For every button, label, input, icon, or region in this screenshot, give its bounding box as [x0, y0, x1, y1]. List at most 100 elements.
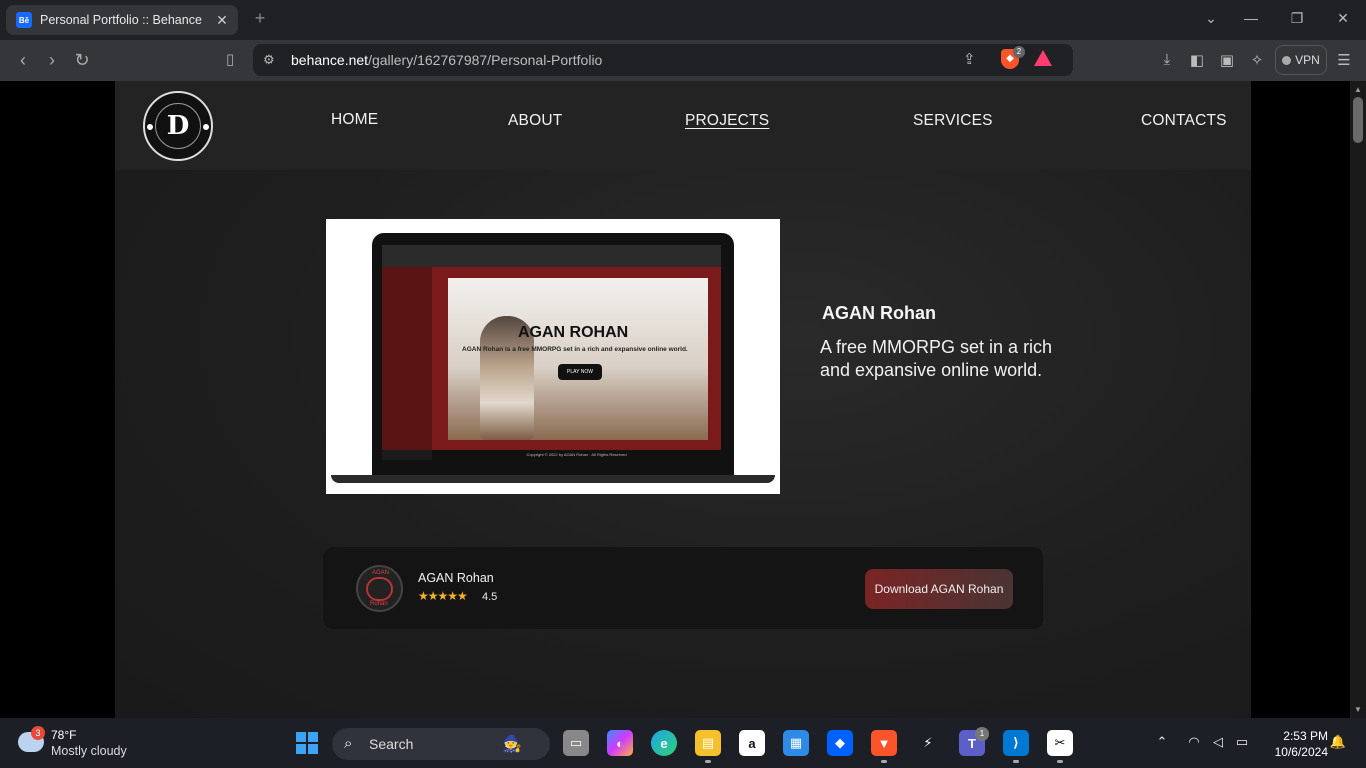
- amazon-icon[interactable]: a: [739, 730, 765, 756]
- weather-temperature[interactable]: 78°F: [51, 728, 76, 742]
- wifi-icon[interactable]: ◠: [1184, 734, 1204, 750]
- vpn-status-icon: [1282, 55, 1292, 65]
- taskbar: 3 78°F Mostly cloudy ⌕ Search 🧙 ▭ ◐ e ▤ …: [0, 718, 1366, 768]
- browser-tabbar: Bē Personal Portfolio :: Behance ✕ + ⌄ —…: [0, 0, 1366, 40]
- search-label: Search: [369, 736, 414, 752]
- tab-search-chevron-icon[interactable]: ⌄: [1201, 10, 1221, 27]
- weather-badge: 3: [31, 726, 45, 740]
- wallet-icon[interactable]: ▣: [1217, 51, 1237, 69]
- project-description: A free MMORPG set in a rich and expansiv…: [820, 337, 1053, 380]
- nav-home[interactable]: HOME: [331, 111, 378, 129]
- nav-projects[interactable]: PROJECTS: [685, 112, 769, 130]
- browser-toolbar: ‹ › ↻ ▯ ⚙ behance.net/gallery/162767987/…: [0, 40, 1366, 81]
- download-card: AGAN Rohan AGAN Rohan ★★★★★ 4.5 Download…: [323, 547, 1043, 629]
- restore-icon[interactable]: ❐: [1287, 10, 1307, 27]
- share-icon[interactable]: ⇪: [963, 50, 976, 68]
- mockup-content: AGAN ROHAN AGAN Rohan is a free MMORPG s…: [432, 267, 721, 450]
- capcut-icon[interactable]: ✂: [1047, 730, 1073, 756]
- windows-start-icon[interactable]: [296, 732, 318, 754]
- logo-dot: [203, 124, 209, 130]
- tab-title: Personal Portfolio :: Behance: [40, 13, 202, 27]
- leo-ai-icon[interactable]: ✧: [1247, 51, 1267, 69]
- mockup-sidebar: [382, 267, 432, 450]
- notifications-bell-icon[interactable]: 🔔: [1328, 734, 1348, 750]
- nav-contacts[interactable]: CONTACTS: [1141, 112, 1227, 130]
- page-scrollbar[interactable]: ▲ ▼: [1350, 81, 1366, 718]
- nav-services[interactable]: SERVICES: [913, 112, 993, 130]
- search-icon: ⌕: [344, 735, 353, 752]
- behance-favicon-icon: Bē: [16, 12, 32, 28]
- nav-about[interactable]: ABOUT: [508, 112, 562, 130]
- site-info-icon[interactable]: ⚙: [263, 52, 275, 68]
- app-icon-text-bottom: Rohan: [370, 601, 388, 607]
- project-title: AGAN Rohan: [822, 303, 936, 323]
- bookmark-icon[interactable]: ▯: [219, 50, 241, 68]
- capcut-alt-icon[interactable]: ⚡: [915, 730, 941, 756]
- app-icon-emblem: [366, 577, 393, 601]
- laptop-base: [331, 475, 775, 483]
- task-view-icon[interactable]: ▭: [563, 730, 589, 756]
- volume-icon[interactable]: ◁: [1208, 734, 1228, 750]
- app-logo-icon: AGAN Rohan: [356, 565, 403, 612]
- search-highlight-icon: 🧙: [502, 736, 522, 753]
- portfolio-page: D HOME ABOUT PROJECTS SERVICES CONTACTS …: [115, 81, 1251, 718]
- file-explorer-icon[interactable]: ▤: [695, 730, 721, 756]
- tab-close-icon[interactable]: ✕: [212, 12, 232, 29]
- mockup-hero: AGAN ROHAN AGAN Rohan is a free MMORPG s…: [448, 278, 708, 440]
- hero-subtitle: AGAN Rohan is a free MMORPG set in a ric…: [462, 346, 688, 353]
- sidebar-icon[interactable]: ◧: [1187, 51, 1207, 69]
- hero-play-button: PLAY NOW: [558, 364, 602, 380]
- forward-icon[interactable]: ›: [41, 50, 63, 71]
- minimize-icon[interactable]: —: [1241, 10, 1261, 26]
- hero-title: AGAN ROHAN: [518, 324, 629, 341]
- site-header: D HOME ABOUT PROJECTS SERVICES CONTACTS: [115, 81, 1251, 170]
- clock-date: 10/6/2024: [1274, 745, 1328, 759]
- downloads-icon[interactable]: ⤓: [1157, 51, 1177, 68]
- window-close-icon[interactable]: ✕: [1333, 10, 1353, 27]
- running-indicator: [1057, 760, 1063, 763]
- show-hidden-icons-chevron-icon[interactable]: ⌃: [1152, 734, 1172, 750]
- page-viewport: D HOME ABOUT PROJECTS SERVICES CONTACTS …: [0, 81, 1350, 718]
- menu-icon[interactable]: ☰: [1334, 51, 1354, 69]
- mockup-browser-strip: [382, 245, 721, 267]
- url-text[interactable]: behance.net/gallery/162767987/Personal-P…: [291, 52, 602, 68]
- browser-tab[interactable]: Bē Personal Portfolio :: Behance ✕: [6, 5, 238, 35]
- new-tab-icon[interactable]: +: [250, 8, 270, 29]
- vpn-label: VPN: [1295, 53, 1320, 67]
- scroll-down-icon[interactable]: ▼: [1354, 705, 1362, 714]
- edge-icon[interactable]: e: [651, 730, 677, 756]
- shield-count-badge: 2: [1013, 46, 1025, 58]
- running-indicator: [881, 760, 887, 763]
- clock-time: 2:53 PM: [1283, 729, 1328, 743]
- teams-badge: 1: [975, 727, 989, 741]
- reload-icon[interactable]: ↻: [71, 50, 93, 71]
- running-indicator: [1013, 760, 1019, 763]
- app-name: AGAN Rohan: [418, 571, 494, 585]
- project-mockup-image: AGAN ROHAN AGAN Rohan is a free MMORPG s…: [326, 219, 780, 494]
- brave-rewards-icon[interactable]: [1034, 50, 1052, 66]
- brave-icon[interactable]: ▼: [871, 730, 897, 756]
- weather-condition[interactable]: Mostly cloudy: [51, 744, 127, 758]
- back-icon[interactable]: ‹: [12, 50, 34, 71]
- running-indicator: [705, 760, 711, 763]
- vpn-button[interactable]: VPN: [1275, 45, 1327, 75]
- logo-dot: [147, 124, 153, 130]
- laptop-screen: AGAN ROHAN AGAN Rohan is a free MMORPG s…: [382, 245, 721, 460]
- microsoft-store-icon[interactable]: ▦: [783, 730, 809, 756]
- battery-icon[interactable]: ▭: [1232, 734, 1252, 750]
- rating-stars-icon: ★★★★★: [418, 589, 468, 603]
- scrollbar-thumb[interactable]: [1353, 97, 1363, 143]
- mockup-footer: Copyright © 2022 by AGAN Rohan · All Rig…: [432, 450, 721, 460]
- app-icon-text-top: AGAN: [372, 570, 390, 576]
- taskbar-search[interactable]: ⌕ Search 🧙: [332, 728, 550, 760]
- download-button[interactable]: Download AGAN Rohan: [865, 569, 1013, 609]
- laptop-mockup: AGAN ROHAN AGAN Rohan is a free MMORPG s…: [372, 233, 734, 475]
- scroll-up-icon[interactable]: ▲: [1354, 85, 1362, 94]
- address-bar[interactable]: ⚙ behance.net/gallery/162767987/Personal…: [253, 44, 1073, 76]
- logo-letter: D: [155, 103, 201, 149]
- site-logo[interactable]: D: [143, 91, 213, 161]
- vscode-icon[interactable]: ⟩: [1003, 730, 1029, 756]
- copilot-icon[interactable]: ◐: [607, 730, 633, 756]
- system-clock[interactable]: 2:53 PM 10/6/2024: [1262, 728, 1328, 760]
- dropbox-icon[interactable]: ◆: [827, 730, 853, 756]
